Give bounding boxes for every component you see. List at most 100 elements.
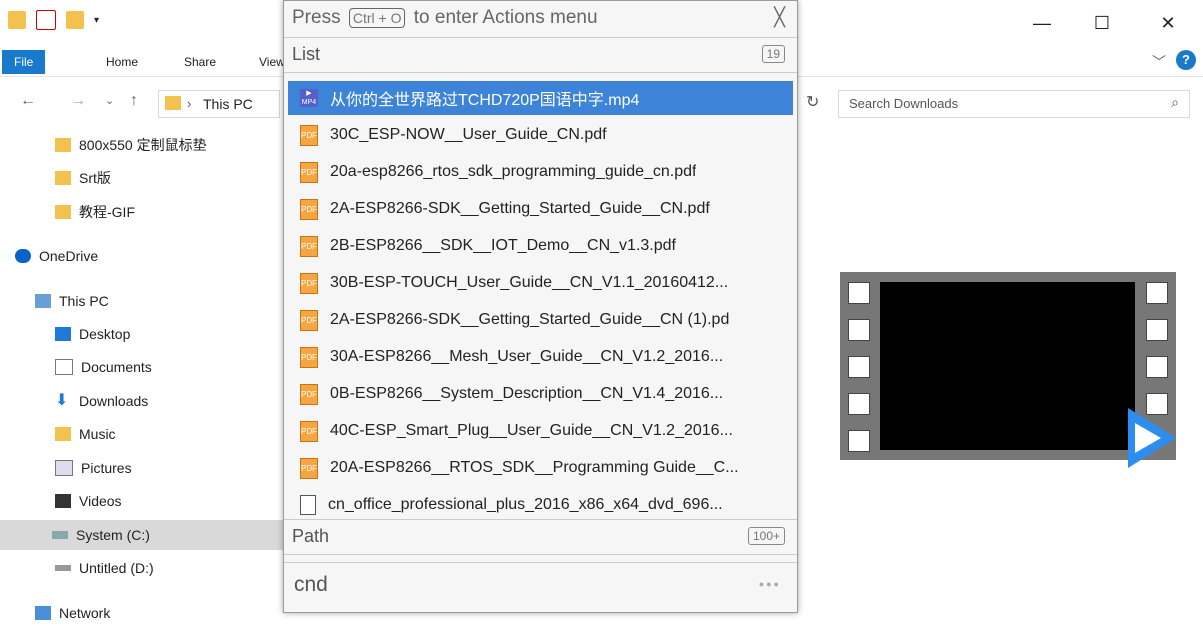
result-row[interactable]: cn_office_professional_plus_2016_x86_x64… (288, 488, 793, 522)
query-bar[interactable]: cnd ●●● (284, 562, 797, 613)
quick-access-toolbar: ▾ (8, 10, 99, 30)
path-section-header[interactable]: Path 100+ (284, 519, 797, 555)
expand-ribbon-icon[interactable]: ﹀ (1152, 52, 1166, 72)
tab-file[interactable]: File (2, 50, 46, 74)
help-icon[interactable]: ? (1176, 50, 1196, 70)
pdf-file-icon: PDF (300, 420, 318, 442)
result-name: 从你的全世界路过TCHD720P国语中字.mp4 (330, 92, 640, 109)
result-row[interactable]: PDF 20a-esp8266_rtos_sdk_programming_guid… (288, 155, 793, 189)
nav-item-label: OneDrive (39, 248, 99, 264)
nav-item-desktop[interactable]: Desktop (55, 319, 130, 349)
folder-icon (55, 138, 71, 152)
result-name: 2B-ESP8266__SDK__IOT_Demo__CN_v1.3.pdf (330, 237, 676, 254)
film-hole (1146, 356, 1168, 378)
film-hole (848, 356, 870, 378)
file-icon (300, 495, 316, 515)
result-name: 20A-ESP8266__RTOS_SDK__Programming Guide… (330, 459, 739, 476)
properties-icon[interactable] (36, 10, 56, 30)
video-frame (880, 282, 1135, 450)
pdf-file-icon: PDF (300, 272, 318, 294)
cloud-icon (15, 249, 31, 263)
breadcrumb-this-pc[interactable]: This PC (203, 96, 253, 112)
play-icon-inner (1135, 423, 1161, 453)
nav-item-label: Downloads (79, 393, 149, 409)
nav-item-srt[interactable]: Srt版 (55, 163, 111, 193)
path-count-badge: 100+ (747, 527, 785, 545)
nav-item-label: System (C:) (76, 527, 150, 543)
search-input[interactable]: Search Downloads ⌕ (838, 90, 1190, 118)
close-icon[interactable]: ╳ (774, 7, 785, 28)
result-row[interactable]: PDF 2B-ESP8266__SDK__IOT_Demo__CN_v1.3.pd… (288, 229, 793, 263)
forward-icon[interactable]: → (70, 92, 86, 110)
nav-item-music[interactable]: Music (55, 419, 116, 449)
maximize-button[interactable]: ☐ (1079, 8, 1125, 38)
nav-item-label: Documents (81, 359, 152, 375)
folder-icon (8, 11, 26, 29)
mp4-file-icon: ▶ MP4 (300, 89, 318, 107)
nav-item-label: 800x550 定制鼠标垫 (79, 137, 207, 153)
drive-icon (52, 531, 68, 539)
result-row[interactable]: PDF 2A-ESP8266-SDK__Getting_Started_Guide… (288, 192, 793, 226)
result-name: 30A-ESP8266__Mesh_User_Guide__CN_V1.2_20… (330, 348, 724, 365)
navigation-pane: 800x550 定制鼠标垫 Srt版 教程-GIF OneDrive This … (0, 130, 290, 621)
tab-share[interactable]: Share (172, 50, 228, 74)
nav-item-mousepad[interactable]: 800x550 定制鼠标垫 (55, 130, 207, 160)
film-hole (848, 319, 870, 341)
list-label: List (292, 44, 321, 64)
nav-item-pictures[interactable]: Pictures (55, 453, 132, 483)
pdf-file-icon: PDF (300, 124, 318, 146)
address-box[interactable]: › This PC (158, 90, 280, 118)
film-hole (848, 430, 870, 452)
nav-item-documents[interactable]: Documents (55, 352, 152, 382)
actions-hint: Press Ctrl + O to enter Actions menu ╳ (284, 1, 797, 38)
refresh-icon[interactable]: ↻ (806, 92, 819, 112)
pdf-file-icon: PDF (300, 198, 318, 220)
query-input[interactable]: cnd (294, 573, 328, 597)
nav-item-downloads[interactable]: ⬇ Downloads (55, 386, 148, 416)
result-name: 30C_ESP-NOW__User_Guide_CN.pdf (330, 126, 607, 143)
nav-item-system-c[interactable]: System (C:) (0, 520, 290, 550)
pdf-file-icon: PDF (300, 346, 318, 368)
nav-item-untitled-d[interactable]: Untitled (D:) (55, 553, 154, 583)
nav-item-label: Srt版 (79, 170, 111, 186)
nav-item-label: Desktop (79, 326, 131, 342)
nav-item-this-pc[interactable]: This PC (35, 286, 109, 316)
search-icon[interactable]: ⌕ (1171, 94, 1179, 111)
film-hole (1146, 319, 1168, 341)
close-button[interactable]: ✕ (1145, 8, 1191, 38)
hint-suffix: to enter Actions menu (413, 7, 598, 28)
result-row[interactable]: PDF 30B-ESP-TOUCH_User_Guide__CN_V1.1_201… (288, 266, 793, 300)
nav-item-network[interactable]: Network (35, 598, 110, 628)
result-row[interactable]: ▶ MP4 从你的全世界路过TCHD720P国语中字.mp4 (288, 81, 793, 115)
nav-item-videos[interactable]: Videos (55, 486, 122, 516)
nav-item-gif[interactable]: 教程-GIF (55, 197, 135, 227)
result-name: cn_office_professional_plus_2016_x86_x64… (328, 496, 723, 513)
result-row[interactable]: PDF 30C_ESP-NOW__User_Guide_CN.pdf (288, 118, 793, 152)
result-row[interactable]: PDF 20A-ESP8266__RTOS_SDK__Programming Gu… (288, 451, 793, 485)
result-name: 40C-ESP_Smart_Plug__User_Guide__CN_V1.2_… (330, 422, 733, 439)
new-folder-icon[interactable] (66, 11, 84, 29)
nav-item-onedrive[interactable]: OneDrive (15, 241, 98, 271)
list-section-header[interactable]: List 19 (284, 38, 797, 73)
recent-locations-icon[interactable]: ⌄ (105, 94, 114, 107)
result-name: 0B-ESP8266__System_Description__CN_V1.4_… (330, 385, 724, 402)
downloads-icon: ⬇ (55, 392, 69, 409)
minimize-button[interactable]: — (1019, 8, 1065, 38)
customize-toolbar-icon[interactable]: ▾ (94, 15, 99, 26)
search-placeholder: Search Downloads (849, 96, 959, 111)
folder-icon (55, 205, 71, 219)
network-icon (35, 606, 51, 620)
result-row[interactable]: PDF 30A-ESP8266__Mesh_User_Guide__CN_V1.2… (288, 340, 793, 374)
up-icon[interactable]: ↑ (130, 92, 138, 110)
pictures-icon (55, 460, 73, 476)
more-options-icon[interactable]: ●●● (759, 579, 781, 589)
result-row[interactable]: PDF 0B-ESP8266__System_Description__CN_V1… (288, 377, 793, 411)
nav-item-label: This PC (59, 293, 109, 309)
back-icon[interactable]: ← (20, 92, 36, 110)
nav-item-label: Pictures (81, 460, 132, 476)
result-row[interactable]: PDF 2A-ESP8266-SDK__Getting_Started_Guide… (288, 303, 793, 337)
result-row[interactable]: PDF 40C-ESP_Smart_Plug__User_Guide__CN_V1… (288, 414, 793, 448)
film-hole (848, 393, 870, 415)
pc-icon (35, 294, 51, 308)
tab-home[interactable]: Home (94, 50, 150, 74)
